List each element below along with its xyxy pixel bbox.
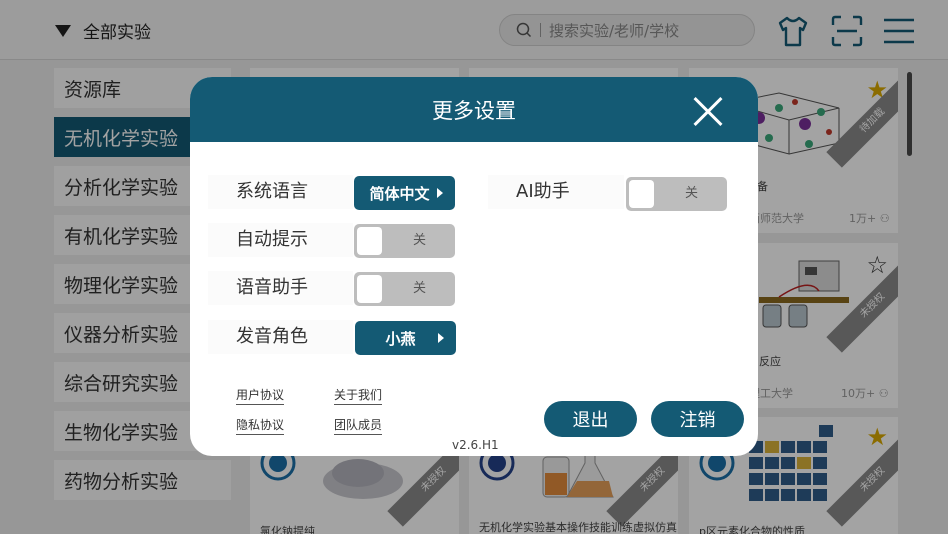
language-label: 系统语言 xyxy=(208,175,353,209)
cancel-account-button[interactable]: 注销 xyxy=(651,401,744,437)
privacy-policy-link[interactable]: 隐私协议 xyxy=(236,416,285,435)
user-agreement-link[interactable]: 用户协议 xyxy=(236,386,285,405)
caret-right-icon xyxy=(438,333,444,343)
app-version: v2.6.H1 xyxy=(452,438,499,452)
auto-hint-state: 关 xyxy=(412,233,426,248)
toggle-knob xyxy=(629,180,654,208)
ai-assistant-label: AI助手 xyxy=(488,175,624,209)
dialog-title: 更多设置 xyxy=(432,99,516,123)
settings-dialog: 更多设置 系统语言 简体中文 自动提示 关 语音助手 关 发音角色 小燕 AI助… xyxy=(190,77,758,456)
dialog-header: 更多设置 xyxy=(190,77,758,142)
ai-assistant-state: 关 xyxy=(684,186,698,201)
close-icon[interactable] xyxy=(693,97,723,127)
language-select[interactable]: 简体中文 xyxy=(354,176,455,210)
auto-hint-label: 自动提示 xyxy=(208,223,353,257)
ai-assistant-toggle[interactable]: 关 xyxy=(626,177,727,211)
language-value: 简体中文 xyxy=(369,184,430,203)
team-members-link[interactable]: 团队成员 xyxy=(334,416,383,435)
voice-role-select[interactable]: 小燕 xyxy=(355,321,456,355)
about-us-link[interactable]: 关于我们 xyxy=(334,386,383,405)
toggle-knob xyxy=(357,227,382,255)
voice-role-value: 小燕 xyxy=(385,329,416,348)
voice-assistant-toggle[interactable]: 关 xyxy=(354,272,455,306)
voice-assistant-state: 关 xyxy=(412,281,426,296)
voice-assistant-label: 语音助手 xyxy=(208,271,353,305)
caret-right-icon xyxy=(437,188,443,198)
voice-role-label: 发音角色 xyxy=(208,320,353,354)
logout-button[interactable]: 退出 xyxy=(544,401,637,437)
toggle-knob xyxy=(357,275,382,303)
auto-hint-toggle[interactable]: 关 xyxy=(354,224,455,258)
